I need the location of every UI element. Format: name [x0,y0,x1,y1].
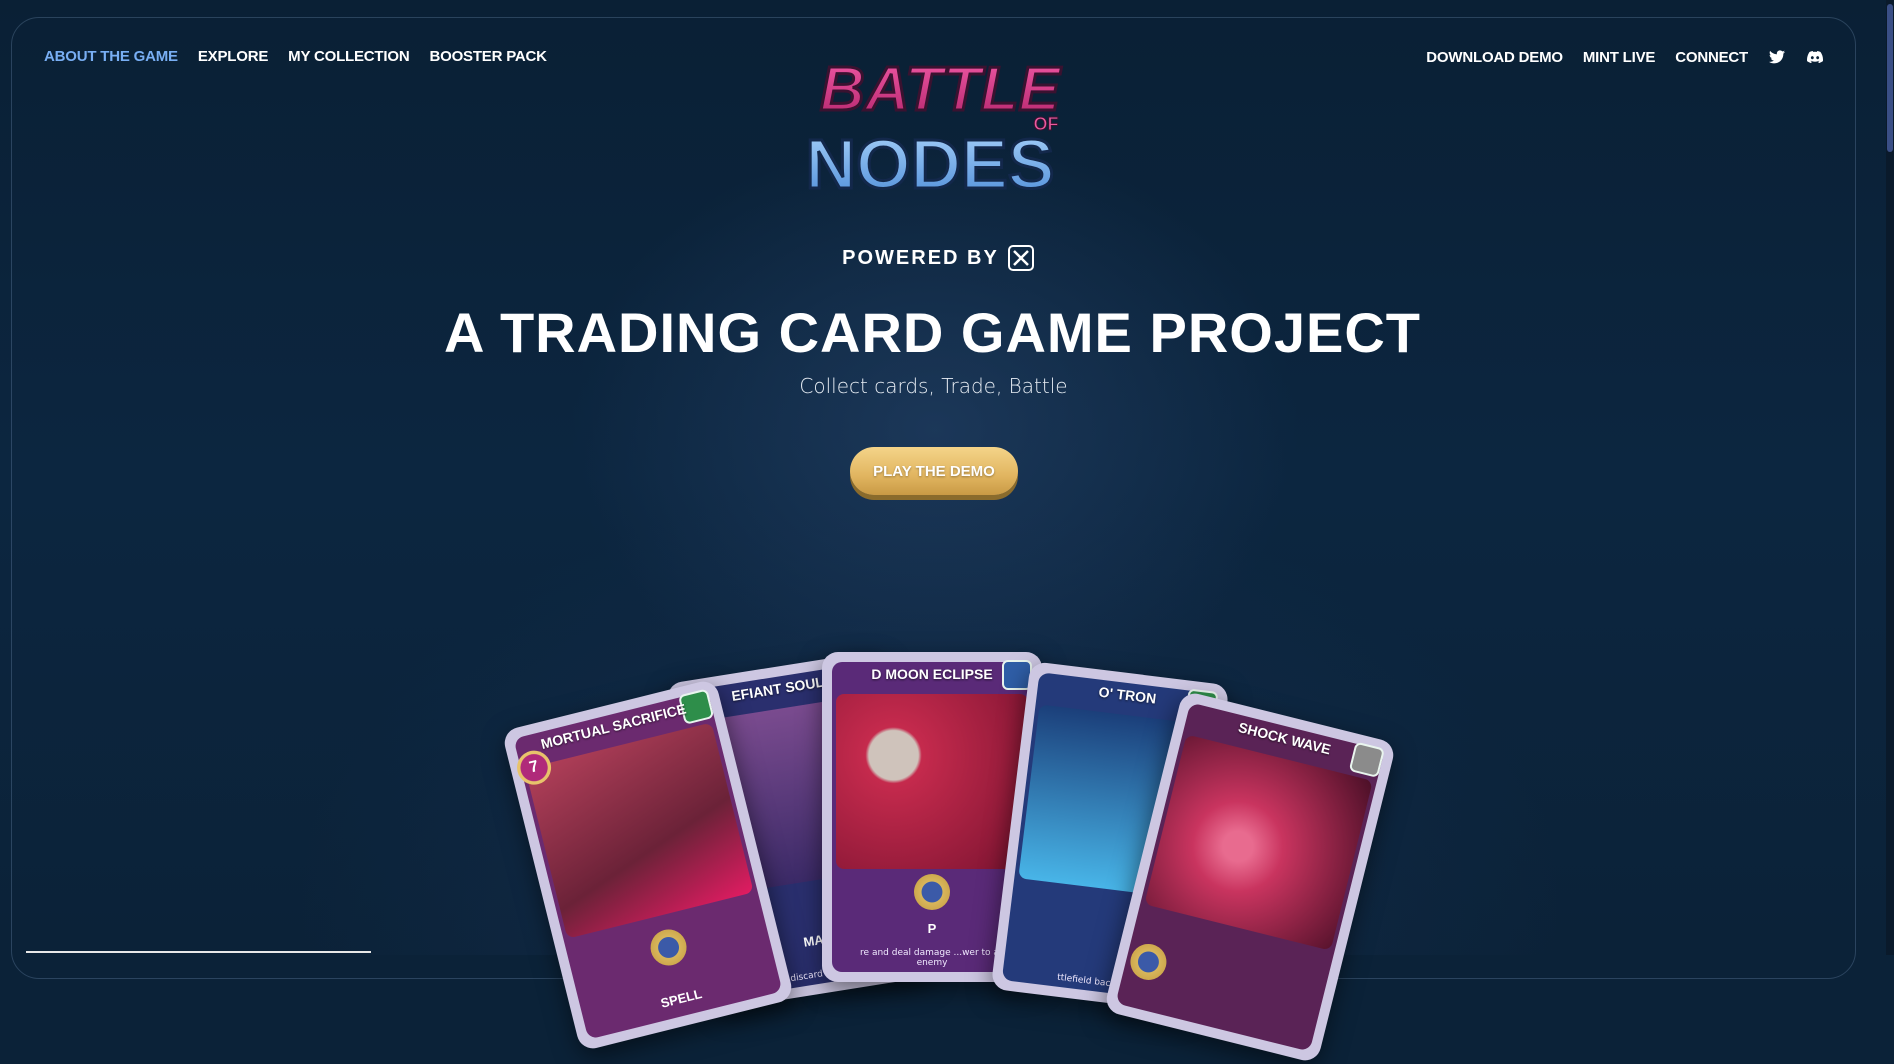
hero-subtitle: Collect cards, Trade, Battle [799,374,1068,398]
secondary-nav: DOWNLOAD DEMO MINT LIVE CONNECT [1426,48,1824,66]
nav-booster-pack[interactable]: BOOSTER PACK [429,48,547,65]
scrollbar-thumb[interactable] [1887,4,1893,152]
hero-title: A TRADING CARD GAME PROJECT [444,301,1421,364]
nav-about-the-game[interactable]: ABOUT THE GAME [44,48,178,65]
twitter-icon[interactable] [1768,48,1786,66]
discord-icon[interactable] [1806,48,1824,66]
nav-explore[interactable]: EXPLORE [198,48,268,65]
scrollbar[interactable] [1886,0,1894,955]
nav-download-demo[interactable]: DOWNLOAD DEMO [1426,49,1563,66]
nav-my-collection[interactable]: MY COLLECTION [288,48,409,65]
powered-by: POWERED BY [0,244,1877,272]
play-demo-button[interactable]: PLAY THE DEMO [850,447,1018,495]
page-progress-line [26,951,371,953]
battle-of-nodes-logo[interactable]: BATTLE OF NODES [790,38,1080,208]
multiversx-logo-icon [1007,245,1034,271]
primary-nav: ABOUT THE GAME EXPLORE MY COLLECTION BOO… [44,48,547,65]
logo-battle: BATTLE [820,55,1062,124]
logo-nodes: NODES [806,125,1055,203]
powered-by-label: POWERED BY [842,246,999,269]
connect-button[interactable]: CONNECT [1675,49,1748,66]
nav-mint-live[interactable]: MINT LIVE [1583,49,1656,66]
